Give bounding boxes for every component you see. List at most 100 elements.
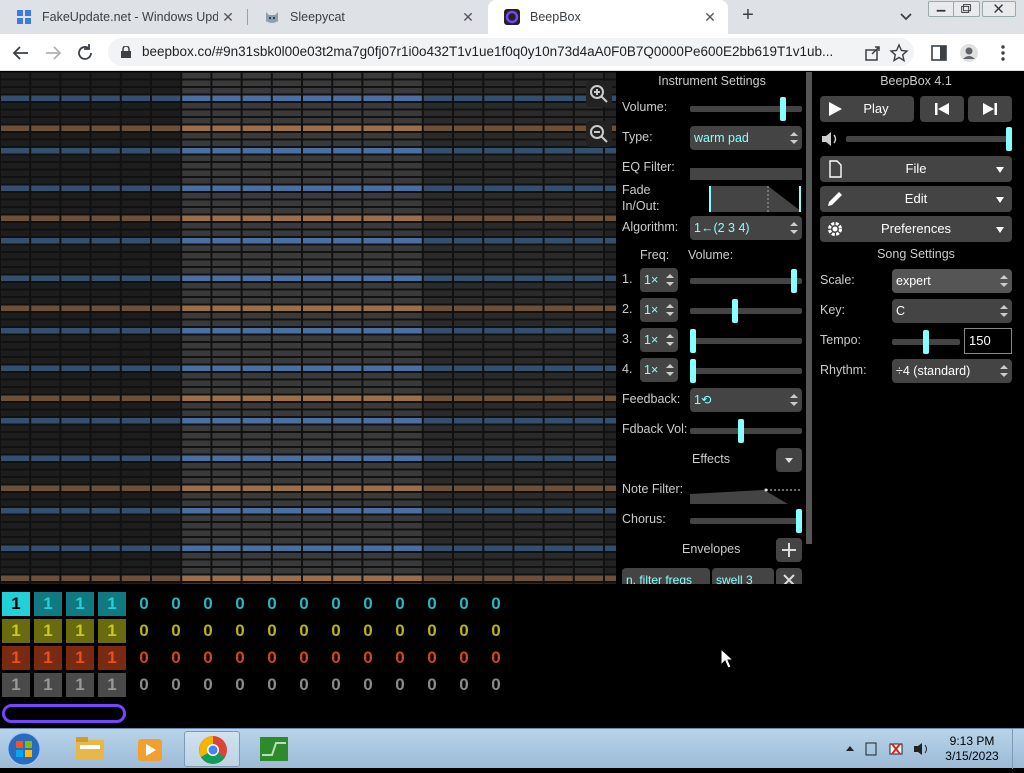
pattern-cell[interactable] [1,358,30,364]
next-bar-button[interactable] [968,96,1012,122]
pattern-cell[interactable] [242,395,271,402]
pattern-cell[interactable] [31,290,60,297]
pattern-cell[interactable] [91,395,120,402]
pattern-cell[interactable] [303,500,332,507]
pattern-cell[interactable] [31,575,60,582]
pattern-cell[interactable] [272,148,301,154]
pattern-cell[interactable] [272,298,301,304]
pattern-cell[interactable] [31,253,60,259]
pattern-cell[interactable] [182,298,211,304]
pattern-cell[interactable] [574,463,603,469]
pattern-cell[interactable] [514,88,543,94]
pattern-cell[interactable] [152,95,181,102]
pattern-cell[interactable] [393,418,422,424]
pattern-cell[interactable] [454,103,483,109]
pattern-cell[interactable] [272,493,301,499]
pattern-cell[interactable] [605,170,616,177]
pattern-cell[interactable] [272,118,301,124]
pattern-cell[interactable] [1,433,30,439]
pattern-cell[interactable] [393,298,422,304]
pattern-cell[interactable] [514,80,543,87]
pattern-cell[interactable] [303,455,332,462]
media-player-icon[interactable] [122,731,178,767]
pattern-cell[interactable] [454,358,483,364]
pattern-cell[interactable] [514,538,543,544]
pattern-cell[interactable] [393,268,422,274]
pattern-cell[interactable] [91,373,120,379]
pattern-cell[interactable] [423,208,452,214]
pattern-cell[interactable] [393,470,422,477]
pattern-cell[interactable] [544,283,573,289]
pattern-cell[interactable] [182,133,211,139]
pattern-cell[interactable] [303,335,332,342]
pattern-cell[interactable] [574,530,603,537]
pattern-cell[interactable] [182,73,211,79]
pattern-cell[interactable] [514,230,543,237]
pattern-cell[interactable] [91,403,120,409]
pattern-cell[interactable] [544,290,573,297]
pattern-cell[interactable] [454,208,483,214]
track-pattern-cell[interactable]: 0 [226,619,254,643]
pattern-cell[interactable] [1,485,30,492]
pattern-cell[interactable] [152,553,181,559]
pattern-cell[interactable] [91,493,120,499]
pattern-cell[interactable] [212,215,241,222]
pattern-cell[interactable] [272,418,301,424]
pattern-cell[interactable] [242,290,271,297]
pattern-cell[interactable] [121,305,150,312]
pattern-cell[interactable] [61,553,90,559]
pattern-cell[interactable] [544,575,573,582]
pattern-cell[interactable] [333,388,362,394]
pattern-cell[interactable] [605,343,616,349]
pattern-cell[interactable] [363,350,392,357]
reload-icon[interactable] [74,42,96,64]
pattern-cell[interactable] [454,553,483,559]
pattern-cell[interactable] [544,260,573,267]
pattern-cell[interactable] [333,155,362,162]
pattern-cell[interactable] [242,425,271,432]
pattern-cell[interactable] [242,560,271,567]
slider-thumb[interactable] [737,419,744,443]
pattern-cell[interactable] [393,373,422,379]
pattern-cell[interactable] [272,320,301,327]
pattern-cell[interactable] [152,245,181,252]
loop-selector[interactable] [2,704,126,723]
pattern-cell[interactable] [605,470,616,477]
pattern-cell[interactable] [393,380,422,387]
pattern-cell[interactable] [152,140,181,147]
pattern-cell[interactable] [514,478,543,484]
pattern-cell[interactable] [61,388,90,394]
pattern-cell[interactable] [31,245,60,252]
pattern-cell[interactable] [363,568,392,574]
pattern-cell[interactable] [152,185,181,192]
pattern-cell[interactable] [303,73,332,79]
pattern-cell[interactable] [31,523,60,529]
pattern-cell[interactable] [333,238,362,244]
pattern-cell[interactable] [1,148,30,154]
pattern-cell[interactable] [272,410,301,417]
pattern-cell[interactable] [393,238,422,244]
pattern-cell[interactable] [212,508,241,514]
pattern-cell[interactable] [121,493,150,499]
pattern-cell[interactable] [61,118,90,124]
pattern-cell[interactable] [242,253,271,259]
pattern-cell[interactable] [61,478,90,484]
pattern-cell[interactable] [574,485,603,492]
pattern-cell[interactable] [1,140,30,147]
pattern-cell[interactable] [514,148,543,154]
pattern-cell[interactable] [544,493,573,499]
pattern-cell[interactable] [544,418,573,424]
bookmark-star-icon[interactable] [888,42,910,64]
pattern-cell[interactable] [303,568,332,574]
pattern-cell[interactable] [182,538,211,544]
pattern-cell[interactable] [31,268,60,274]
pattern-cell[interactable] [303,373,332,379]
operator-freq-select[interactable]: 1× [640,268,678,292]
pattern-cell[interactable] [363,133,392,139]
pattern-cell[interactable] [514,500,543,507]
pattern-cell[interactable] [363,260,392,267]
pattern-cell[interactable] [393,230,422,237]
pattern-cell[interactable] [182,253,211,259]
track-pattern-cell[interactable]: 0 [418,619,446,643]
pattern-cell[interactable] [423,380,452,387]
